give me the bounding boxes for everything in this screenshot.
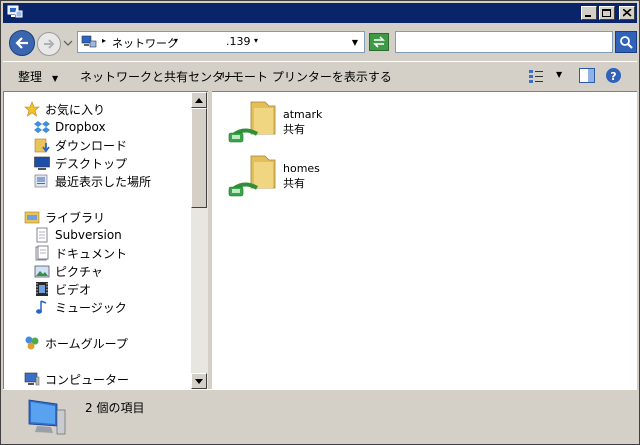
close-icon <box>622 9 632 17</box>
nav-dropbox[interactable]: Dropbox <box>34 118 106 136</box>
documents-icon <box>34 245 50 261</box>
arrow-up-icon <box>195 97 203 103</box>
address-dropdown-icon[interactable]: ▼ <box>352 38 358 47</box>
minimize-icon <box>585 15 591 17</box>
nav-label: Subversion <box>55 228 122 242</box>
breadcrumb-host[interactable]: .139 <box>226 35 251 48</box>
explorer-window: ▸ ネットワーク ▾ .139 ▾ ▼ 整理 ▼ ネットワークと共有センター リモ… <box>0 0 640 445</box>
shared-folder-icon <box>228 155 276 197</box>
back-button[interactable] <box>9 30 35 56</box>
scroll-up-button[interactable] <box>191 92 207 108</box>
breadcrumb-network[interactable]: ネットワーク <box>112 35 178 51</box>
navigation-pane: お気に入り Dropbox ダウンロード デスクトップ 最近表示した場所 ライブ… <box>3 91 208 389</box>
shared-folder-icon <box>228 101 276 143</box>
nav-label: ホームグループ <box>45 336 128 351</box>
recent-pages-dropdown[interactable] <box>63 38 73 48</box>
download-folder-icon <box>34 137 50 153</box>
desktop-icon <box>34 155 50 171</box>
preview-pane-icon[interactable] <box>579 68 595 83</box>
music-icon <box>34 299 50 315</box>
organize-label: 整理 <box>18 70 43 84</box>
share-type: 共有 <box>283 177 305 190</box>
minimize-button[interactable] <box>581 6 597 20</box>
maximize-icon <box>602 8 611 17</box>
navigation-pane-scrollbar[interactable] <box>191 91 208 389</box>
nav-computer[interactable]: コンピューター <box>24 370 129 388</box>
back-arrow-icon <box>15 37 28 49</box>
details-pane: 2 個の項目 <box>3 389 637 443</box>
address-bar-row: ▸ ネットワーク ▾ .139 ▾ ▼ <box>3 25 637 61</box>
nav-label: ダウンロード <box>55 138 128 153</box>
maximize-button[interactable] <box>599 6 615 20</box>
svg-text:?: ? <box>610 70 616 83</box>
nav-label: Dropbox <box>55 120 106 134</box>
computer-icon <box>24 371 40 387</box>
refresh-icon <box>373 36 385 48</box>
video-icon <box>34 281 50 297</box>
nav-label: お気に入り <box>45 102 106 117</box>
document-icon <box>34 227 50 243</box>
nav-music[interactable]: ミュージック <box>34 298 127 316</box>
nav-pictures[interactable]: ピクチャ <box>34 262 103 280</box>
nav-label: ピクチャ <box>55 264 103 279</box>
crumb-separator-icon[interactable]: ▸ <box>102 36 106 45</box>
item-count: 2 個の項目 <box>85 401 145 415</box>
nav-label: ビデオ <box>55 282 92 297</box>
title-bar[interactable] <box>3 3 637 23</box>
share-type: 共有 <box>283 123 305 136</box>
nav-libraries[interactable]: ライブラリ <box>24 208 105 226</box>
nav-desktop[interactable]: デスクトップ <box>34 154 127 172</box>
help-icon[interactable]: ? <box>605 67 622 84</box>
share-name: atmark <box>283 108 323 121</box>
crumb-separator-icon[interactable]: ▾ <box>254 36 258 45</box>
refresh-button[interactable] <box>369 33 389 51</box>
nav-label: ドキュメント <box>55 246 128 261</box>
nav-favorites[interactable]: お気に入り <box>24 100 105 118</box>
scroll-down-button[interactable] <box>191 373 207 389</box>
library-icon <box>24 209 40 225</box>
file-list-area: atmark 共有 homes 共有 <box>212 91 637 389</box>
organize-button[interactable]: 整理 ▼ <box>18 68 58 85</box>
share-name: homes <box>283 162 320 175</box>
recent-places-icon <box>34 173 50 189</box>
nav-documents[interactable]: ドキュメント <box>34 244 127 262</box>
nav-label: ミュージック <box>55 300 127 315</box>
search-input[interactable] <box>395 31 613 53</box>
chevron-down-icon: ▼ <box>52 74 59 83</box>
view-dropdown-icon[interactable]: ▼ <box>556 70 562 79</box>
crumb-separator-icon[interactable]: ▾ <box>174 36 178 45</box>
address-box[interactable]: ▸ ネットワーク ▾ .139 ▾ ▼ <box>77 31 365 53</box>
nav-subversion[interactable]: Subversion <box>34 226 122 244</box>
star-icon <box>24 101 40 117</box>
network-icon <box>81 35 97 48</box>
nav-homegroup[interactable]: ホームグループ <box>24 334 128 352</box>
scroll-thumb[interactable] <box>191 108 207 208</box>
arrow-down-icon <box>195 378 203 384</box>
close-button[interactable] <box>619 6 635 20</box>
pictures-icon <box>34 263 50 279</box>
search-icon <box>620 36 633 49</box>
nav-videos[interactable]: ビデオ <box>34 280 91 298</box>
share-item[interactable]: atmark 共有 <box>227 100 357 144</box>
view-remote-printers-button[interactable]: リモート プリンターを表示する <box>220 68 392 85</box>
nav-label: デスクトップ <box>55 156 128 171</box>
homegroup-icon <box>24 335 40 351</box>
network-window-icon <box>7 5 23 18</box>
dropbox-icon <box>34 119 50 135</box>
view-options-icon[interactable] <box>529 69 545 83</box>
forward-arrow-icon <box>44 39 55 49</box>
command-bar: 整理 ▼ ネットワークと共有センター リモート プリンターを表示する ▼ ? <box>3 61 637 89</box>
forward-button[interactable] <box>37 32 61 56</box>
nav-label: 最近表示した場所 <box>55 174 152 189</box>
nav-recent-places[interactable]: 最近表示した場所 <box>34 172 151 190</box>
search-button[interactable] <box>615 31 637 53</box>
share-item[interactable]: homes 共有 <box>227 154 357 198</box>
network-sharing-center-button[interactable]: ネットワークと共有センター <box>80 68 236 85</box>
nav-label: ライブラリ <box>45 210 106 225</box>
nav-downloads[interactable]: ダウンロード <box>34 136 127 154</box>
computer-icon <box>28 399 66 435</box>
nav-label: コンピューター <box>45 372 130 387</box>
